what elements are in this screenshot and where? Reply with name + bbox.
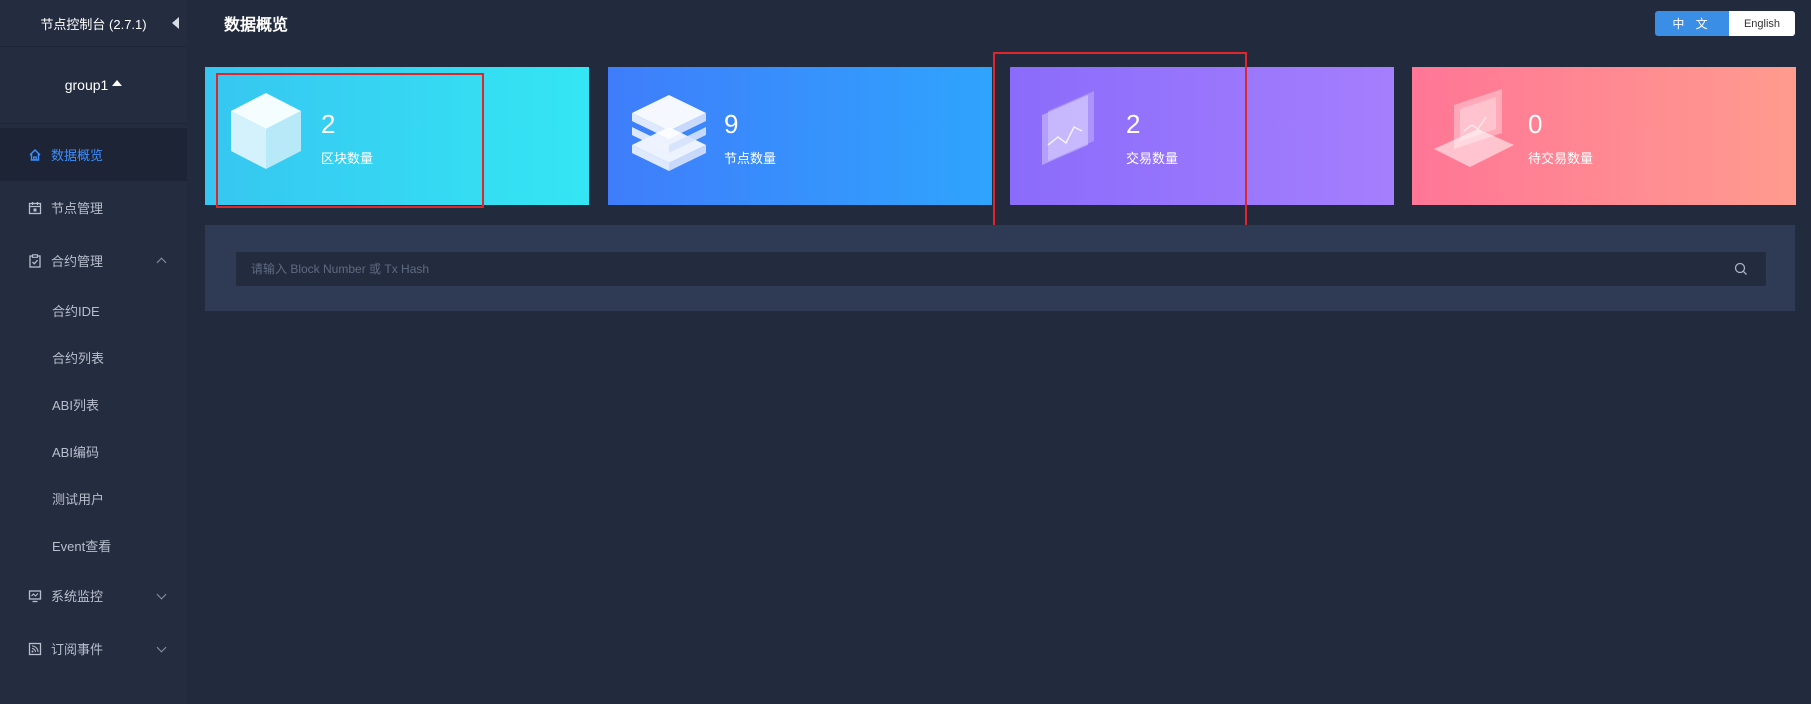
app-title: 节点控制台 (2.7.1) [40,16,147,32]
stat-card-nodes[interactable]: 9 节点数量 [608,67,992,205]
sidebar-item-label: 数据概览 [51,148,104,163]
chevron-down-icon [156,589,167,600]
chevron-down-icon [156,642,167,653]
search-input[interactable] [236,251,1734,287]
sidebar-item-label: 系统监控 [51,589,104,604]
sidebar-subitem-test-users[interactable]: 测试用户 [0,475,187,522]
sidebar-item-monitor[interactable]: 系统监控 [0,569,187,622]
language-switch: 中 文 English [1655,11,1795,36]
stat-card-pending[interactable]: 0 待交易数量 [1412,67,1796,205]
sidebar-subitem-event-view[interactable]: Event查看 [0,522,187,569]
chevron-up-icon [156,257,167,268]
monitor-icon [28,589,42,602]
search-box [236,251,1766,287]
home-icon [29,148,41,161]
group-selector[interactable]: group1 [0,47,187,124]
server-icon [632,95,706,171]
stat-label: 交易数量 [1126,151,1179,166]
sidebar-item-contracts[interactable]: 合约管理 [0,234,187,287]
cube-icon [231,93,301,169]
rss-icon [28,642,42,655]
caret-up-icon [112,80,123,86]
sidebar-subitem-abi-list[interactable]: ABI列表 [0,381,187,428]
sidebar-item-overview[interactable]: 数据概览 [0,128,187,181]
page-title: 数据概览 [224,17,289,34]
collapse-sidebar-icon[interactable] [172,17,179,29]
lang-en-button[interactable]: English [1729,11,1795,36]
sidebar-menu: 数据概览 节点管理 合约管理 合约IDE 合约列表 ABI列表 ABI编码 测试… [0,128,187,675]
stat-value: 0 [1528,109,1543,139]
app-header: 节点控制台 (2.7.1) [0,0,187,47]
sidebar-item-nodes[interactable]: 节点管理 [0,181,187,234]
laptop-icon [1434,89,1514,167]
stat-value: 2 [321,109,336,139]
sidebar-item-label: 订阅事件 [51,642,104,657]
sidebar-item-label: 合约管理 [51,254,104,269]
search-icon[interactable] [1734,262,1748,276]
search-panel [205,225,1795,311]
stat-label: 待交易数量 [1528,151,1594,166]
stat-label: 区块数量 [321,151,374,166]
sidebar-subitem-abi-encode[interactable]: ABI编码 [0,428,187,475]
calendar-icon [28,201,42,214]
sidebar-item-subscribe[interactable]: 订阅事件 [0,622,187,675]
stat-value: 2 [1126,109,1141,139]
stat-card-blocks[interactable]: 2 区块数量 [205,67,589,205]
clipboard-icon [29,253,41,268]
sidebar-item-label: 节点管理 [51,201,104,216]
sidebar: 节点控制台 (2.7.1) group1 数据概览 节点管理 合约管理 合约ID… [0,0,187,704]
sidebar-subitem-contract-list[interactable]: 合约列表 [0,334,187,381]
stat-card-transactions[interactable]: 2 交易数量 [1010,67,1394,205]
lang-zh-button[interactable]: 中 文 [1655,11,1729,36]
sidebar-subitem-contract-ide[interactable]: 合约IDE [0,287,187,334]
stat-label: 节点数量 [724,151,777,166]
stat-value: 9 [724,109,739,139]
group-name: group1 [64,77,109,93]
chart-panel-icon [1042,91,1094,165]
